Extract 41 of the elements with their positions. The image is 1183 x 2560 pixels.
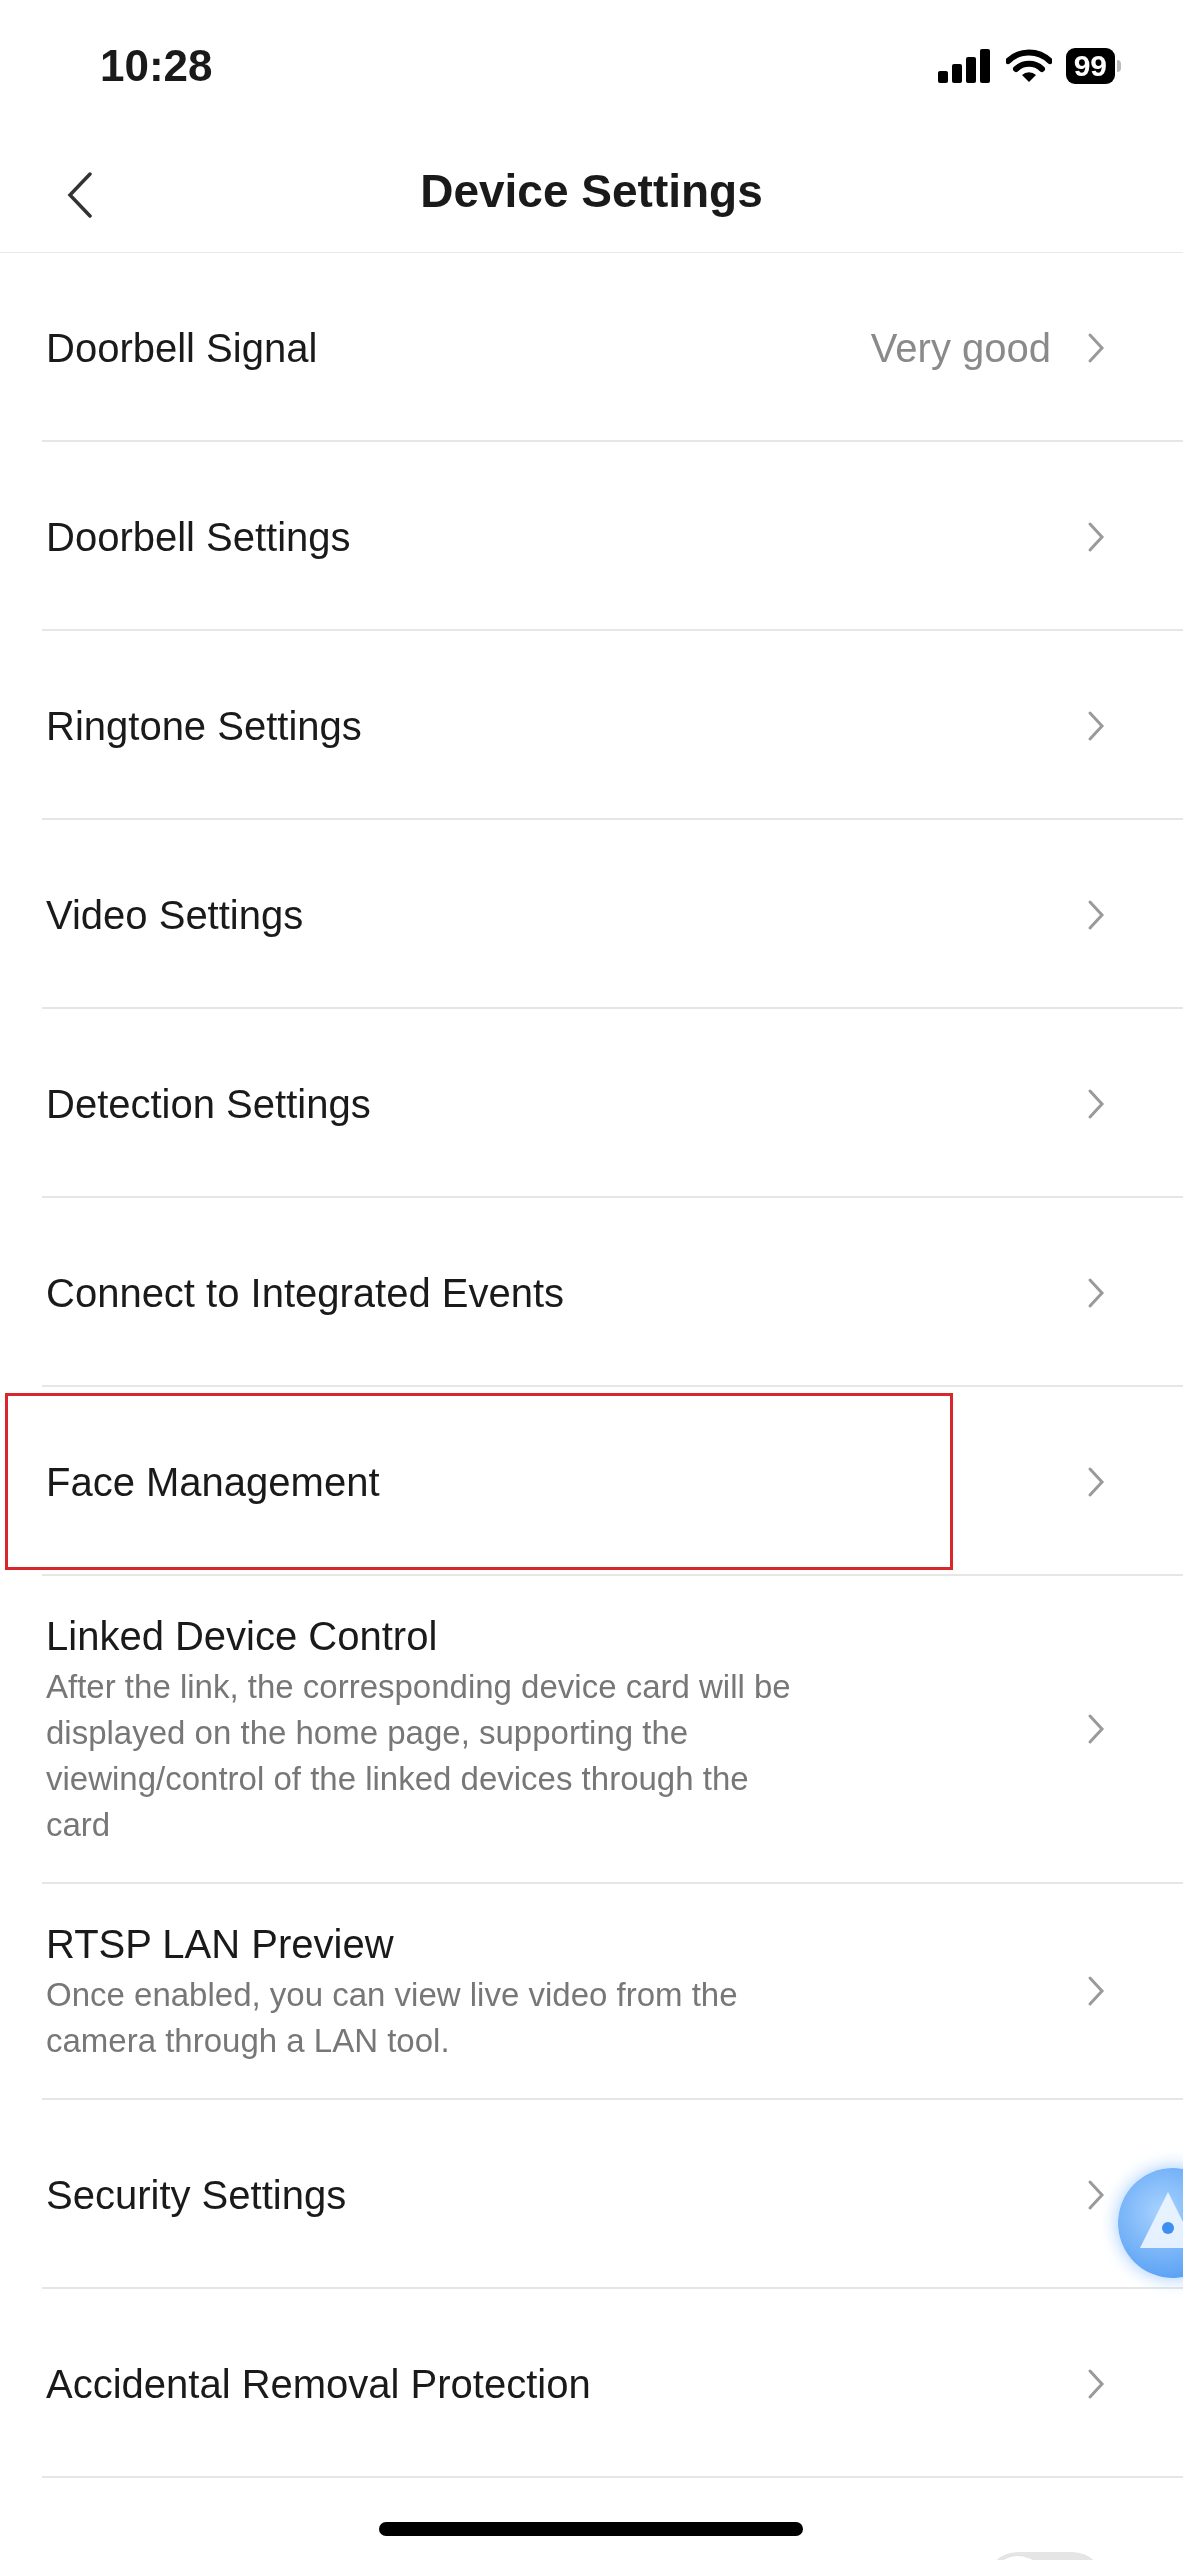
row-description: After the link, the corresponding device card will be displayed on the home page, supporting the viewing/control of the linked devices through the card <box>46 1667 792 1845</box>
row-label: Linked Device Control <box>46 1613 439 1660</box>
row-value: Very good <box>870 324 1051 372</box>
settings-row[interactable]: Security Settings <box>0 2100 1113 2289</box>
chevron-icon <box>1087 2367 1105 2400</box>
row-label: Connect to Integrated Events <box>46 1269 566 1317</box>
settings-row[interactable]: Doorbell Signal Very good <box>0 253 1113 442</box>
settings-row[interactable]: Video Settings <box>0 820 1113 1009</box>
chevron-icon <box>1087 1276 1105 1309</box>
row-label: Video Settings <box>46 891 305 939</box>
wifi-icon <box>1005 49 1052 83</box>
chevron-icon <box>1087 1087 1105 1120</box>
back-icon <box>67 172 93 218</box>
chevron-icon <box>1087 520 1105 553</box>
chevron-icon <box>1087 1975 1105 2007</box>
chevron-icon <box>1087 2178 1105 2211</box>
settings-row[interactable]: Detection Settings <box>0 1009 1113 1198</box>
row-label: Doorbell Settings <box>46 513 352 561</box>
row-label: Accidental Removal Protection <box>46 2360 592 2408</box>
chevron-icon <box>1087 331 1105 364</box>
row-description: Once enabled, you can view live video from the camera through a LAN tool. <box>46 1975 739 2061</box>
row-label: Security Settings <box>46 2171 348 2219</box>
page-title: Device Settings <box>420 163 763 219</box>
settings-row[interactable]: Ringtone Settings <box>0 631 1113 820</box>
settings-row[interactable]: Accidental Removal Protection <box>0 2289 1113 2478</box>
row-label: Detection Settings <box>46 1080 372 1128</box>
settings-row[interactable]: Doorbell Settings <box>0 442 1113 631</box>
settings-row[interactable]: RTSP LAN Preview Once enabled, you can view live video from the camera through a LAN tool. <box>0 1884 1113 2100</box>
settings-row[interactable]: Face Management <box>0 1387 1113 1576</box>
row-label: Ringtone Settings <box>46 702 363 750</box>
settings-row[interactable]: Connect to Integrated Events <box>0 1198 1113 1387</box>
row-label: Face Management <box>46 1458 381 1506</box>
chevron-icon <box>1087 709 1105 742</box>
status-time: 10:28 <box>100 40 213 92</box>
signal-icon <box>937 49 992 83</box>
chevron-icon <box>1087 1713 1105 1745</box>
chevron-icon <box>1087 1465 1105 1498</box>
chevron-icon <box>1087 898 1105 931</box>
row-label: RTSP LAN Preview <box>46 1921 395 1968</box>
row-label: Doorbell Signal <box>46 324 319 372</box>
settings-row[interactable]: Linked Device Control After the link, the corresponding device card will be displayed on the home page, supporting the viewing/control of the linked devices through the card <box>0 1576 1113 1884</box>
